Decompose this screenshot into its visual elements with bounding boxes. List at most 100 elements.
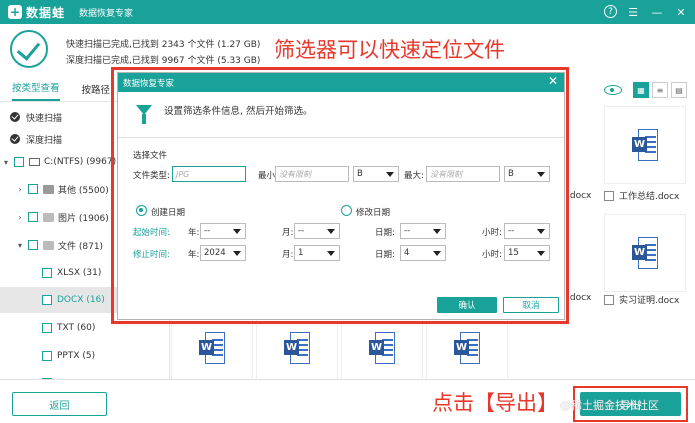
app-brand: 数据蛙 xyxy=(26,5,66,20)
month-label: 月: xyxy=(282,250,294,260)
checked-icon xyxy=(10,134,20,144)
year-label: 年: xyxy=(188,228,200,238)
file-checkbox[interactable] xyxy=(604,190,614,201)
min-size-unit-select[interactable]: B xyxy=(353,166,399,182)
detail-view-icon[interactable]: ▤ xyxy=(671,82,687,98)
tree-item-more[interactable] xyxy=(0,370,169,379)
confirm-button[interactable]: 确认 xyxy=(437,297,497,313)
tree-checkbox[interactable] xyxy=(42,268,52,278)
max-size-input[interactable]: 没有限制 xyxy=(426,166,500,182)
dialog-intro: 设置筛选条件信息, 然后开始筛选。 xyxy=(136,103,313,124)
grid-view-icon[interactable]: ▦ xyxy=(633,82,649,98)
start-time-label: 起始时间: xyxy=(133,228,170,238)
word-doc-icon: W xyxy=(632,237,658,269)
day-label: 日期: xyxy=(375,250,395,260)
modified-date-radio[interactable] xyxy=(341,205,352,216)
created-date-radio[interactable] xyxy=(136,205,147,216)
file-thumbnail[interactable]: W xyxy=(604,106,686,184)
start-hour-select[interactable]: -- xyxy=(504,223,550,239)
tree-checkbox[interactable] xyxy=(42,351,52,361)
month-label: 月: xyxy=(282,228,294,238)
start-year-select[interactable]: -- xyxy=(200,223,246,239)
scan-complete-check-icon xyxy=(10,30,48,68)
tree-item-label: TXT (60) xyxy=(57,323,96,333)
section-label: 选择文件 xyxy=(133,151,168,161)
end-month-select[interactable]: 1 xyxy=(294,245,340,261)
file-name-label: 工作总结.docx xyxy=(619,192,680,202)
max-size-unit-select[interactable]: B xyxy=(504,166,550,182)
tab-by-path[interactable]: 按路径 xyxy=(82,82,111,101)
divider xyxy=(118,137,564,138)
app-subtitle: 数据恢复专家 xyxy=(79,8,134,19)
year-label: 年: xyxy=(188,250,200,260)
checked-icon xyxy=(10,112,20,122)
file-thumbnail[interactable]: W xyxy=(426,316,508,380)
file-checkbox[interactable] xyxy=(604,294,614,305)
file-name-label: .docx xyxy=(567,191,592,201)
chevron-down-icon[interactable]: ▾ xyxy=(14,241,26,250)
file-thumbnail[interactable]: W xyxy=(256,316,338,380)
tree-item-label: 图片 (1906) xyxy=(58,213,109,224)
created-date-label: 创建日期 xyxy=(151,208,186,218)
sidebar-item-label: 快速扫描 xyxy=(26,113,63,124)
window-controls: ? ☰ — ✕ xyxy=(604,4,689,20)
tree-checkbox[interactable] xyxy=(28,212,38,222)
day-label: 日期: xyxy=(375,228,395,238)
cancel-button[interactable]: 取消 xyxy=(503,297,559,313)
menu-icon[interactable]: ☰ xyxy=(625,4,641,20)
filter-funnel-icon xyxy=(136,105,152,124)
min-size-input[interactable]: 没有限制 xyxy=(275,166,349,182)
tree-checkbox[interactable] xyxy=(14,157,24,167)
file-thumbnail[interactable]: W xyxy=(604,214,686,292)
back-button[interactable]: 返回 xyxy=(12,392,107,416)
list-view-icon[interactable]: ≡ xyxy=(652,82,668,98)
chevron-down-icon[interactable]: ▾ xyxy=(0,158,12,167)
end-day-select[interactable]: 4 xyxy=(400,245,446,261)
tree-item-label: PPTX (5) xyxy=(57,351,96,361)
file-item-label[interactable]: 工作总结.docx xyxy=(604,189,679,202)
file-item-label[interactable]: 实习证明.docx xyxy=(604,293,679,306)
tree-item-label: C:(NTFS) (9967) xyxy=(44,157,117,167)
tree-checkbox[interactable] xyxy=(42,323,52,333)
close-icon[interactable]: ✕ xyxy=(548,74,558,88)
quick-scan-status: 快速扫描已完成,已找到 2343 个文件 (1.27 GB) xyxy=(66,40,261,50)
tree-item-label: DOCX (16) xyxy=(57,295,105,305)
annotation-filter-hint: 筛选器可以快速定位文件 xyxy=(274,38,505,62)
file-thumbnail[interactable]: W xyxy=(341,316,423,380)
preview-eye-icon[interactable] xyxy=(604,85,622,95)
watermark: @稀土掘金技术社区 xyxy=(560,399,659,412)
tab-by-type[interactable]: 按类型查看 xyxy=(12,80,60,101)
modified-date-label: 修改日期 xyxy=(356,208,391,218)
title-bar: + 数据蛙 数据恢复专家 ? ☰ — ✕ xyxy=(0,0,695,24)
file-type-input[interactable]: JPG xyxy=(172,166,246,182)
deep-scan-status: 深度扫描已完成,已找到 9967 个文件 (5.33 GB) xyxy=(66,56,261,66)
end-year-select[interactable]: 2024 xyxy=(200,245,246,261)
tree-item-label: 其他 (5500) xyxy=(58,185,109,196)
view-toolbar: ▦ ≡ ▤ xyxy=(604,82,687,98)
end-hour-select[interactable]: 15 xyxy=(504,245,550,261)
start-month-select[interactable]: -- xyxy=(294,223,340,239)
start-day-select[interactable]: -- xyxy=(400,223,446,239)
help-icon[interactable]: ? xyxy=(604,5,617,18)
chevron-right-icon[interactable]: › xyxy=(14,185,26,194)
minimize-icon[interactable]: — xyxy=(649,4,665,20)
folder-icon xyxy=(43,184,54,194)
chevron-right-icon[interactable]: › xyxy=(14,213,26,222)
file-thumbnail[interactable]: W xyxy=(171,316,253,380)
word-doc-icon: W xyxy=(369,332,395,364)
file-type-label: 文件类型: xyxy=(133,171,170,181)
filter-dialog: 数据恢复专家 ✕ 设置筛选条件信息, 然后开始筛选。 选择文件 文件类型: JP… xyxy=(117,72,565,320)
annotation-export-hint: 点击【导出】 xyxy=(432,391,558,415)
word-doc-icon: W xyxy=(284,332,310,364)
image-icon xyxy=(43,212,54,222)
dialog-title: 数据恢复专家 xyxy=(123,78,175,89)
tree-item-pptx[interactable]: PPTX (5) xyxy=(0,343,169,369)
tree-checkbox[interactable] xyxy=(42,295,52,305)
close-icon[interactable]: ✕ xyxy=(673,4,689,20)
word-doc-icon: W xyxy=(454,332,480,364)
tree-item-label: XLSX (31) xyxy=(57,268,102,278)
sidebar-item-label: 深度扫描 xyxy=(26,135,63,146)
word-doc-icon: W xyxy=(199,332,225,364)
tree-checkbox[interactable] xyxy=(28,184,38,194)
tree-checkbox[interactable] xyxy=(28,240,38,250)
